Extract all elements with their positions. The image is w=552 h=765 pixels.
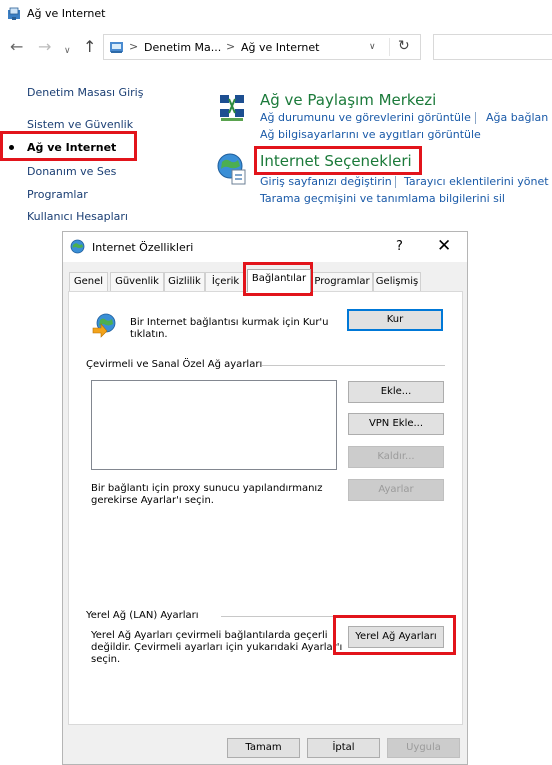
proxy-description-line-2: gerekirse Ayarlar'ı seçin. (91, 495, 214, 506)
lan-settings-group-label: Yerel Ağ (LAN) Ayarları (86, 610, 199, 621)
sidebar-item-control-panel-home[interactable]: Denetim Masası Giriş (27, 86, 143, 99)
proxy-description-line-1: Bir bağlantı için proxy sunucu yapılandı… (91, 483, 323, 494)
lan-description-line-3: seçin. (91, 654, 121, 665)
change-home-page-link[interactable]: Giriş sayfanızı değiştirin (260, 175, 392, 188)
address-bar[interactable]: > Denetim Ma... > Ağ ve Internet ∨ ↻ (103, 34, 421, 60)
sidebar-item-hardware-sound[interactable]: Donanım ve Ses (27, 165, 116, 178)
add-vpn-button[interactable]: VPN Ekle... (348, 413, 444, 435)
apply-button[interactable]: Uygula (387, 738, 460, 758)
recent-chevron-down-icon[interactable]: ∨ (64, 42, 71, 60)
tab-advanced[interactable]: Gelişmiş (373, 272, 421, 291)
tab-connections[interactable]: Bağlantılar (247, 269, 311, 292)
refresh-icon[interactable]: ↻ (398, 38, 410, 54)
dialog-title-bar: Internet Özellikleri ? ✕ (63, 232, 467, 262)
view-network-computers-link[interactable]: Ağ bilgisayarlarını ve aygıtları görüntü… (260, 128, 481, 141)
tab-general[interactable]: Genel (69, 272, 108, 291)
highlight-box (254, 146, 422, 175)
dialup-vpn-group-label: Çevirmeli ve Sanal Özel Ağ ayarları (86, 359, 263, 370)
sidebar-item-system-security[interactable]: Sistem ve Güvenlik (27, 118, 133, 131)
view-network-status-link[interactable]: Ağ durumunu ve görevlerini görüntüle (260, 111, 471, 124)
highlight-box (333, 615, 456, 655)
internet-globe-icon (70, 239, 85, 254)
add-button[interactable]: Ekle... (348, 381, 444, 403)
control-panel-icon (110, 42, 123, 53)
group-divider (262, 365, 445, 366)
setup-description-line-2: tıklatın. (130, 329, 168, 340)
address-dropdown-chevron-icon[interactable]: ∨ (369, 42, 376, 52)
breadcrumb-network-internet[interactable]: Ağ ve Internet (241, 41, 319, 54)
remove-button[interactable]: Kaldır... (348, 446, 444, 468)
cancel-button[interactable]: İptal (307, 738, 380, 758)
sidebar-item-programs[interactable]: Programlar (27, 188, 88, 201)
back-arrow-icon[interactable]: ← (10, 38, 23, 56)
highlight-box (0, 131, 137, 161)
internet-properties-dialog: Internet Özellikleri ? ✕ Genel Güvenlik … (62, 231, 468, 765)
link-separator (475, 112, 476, 124)
link-separator (395, 176, 396, 188)
network-folder-icon (8, 7, 20, 20)
tab-privacy[interactable]: Gizlilik (164, 272, 205, 291)
setup-description-line-1: Bir Internet bağlantısı kurmak için Kur'… (130, 317, 329, 328)
settings-button[interactable]: Ayarlar (348, 479, 444, 501)
help-button[interactable]: ? (396, 239, 403, 254)
network-sharing-center-icon (220, 95, 244, 121)
connect-to-network-link[interactable]: Ağa bağlan (486, 111, 548, 124)
tab-content[interactable]: İçerik (205, 272, 246, 291)
up-arrow-icon[interactable]: ↑ (83, 38, 96, 56)
dialog-title: Internet Özellikleri (92, 241, 194, 254)
breadcrumb-separator: > (129, 40, 139, 53)
delete-browsing-history-link[interactable]: Tarama geçmişini ve tanımlama bilgilerin… (260, 192, 505, 205)
sidebar-item-user-accounts[interactable]: Kullanıcı Hesapları (27, 210, 128, 223)
search-input[interactable] (433, 34, 552, 60)
breadcrumb-control-panel[interactable]: Denetim Ma... (144, 41, 221, 54)
address-divider (389, 38, 390, 56)
forward-arrow-icon[interactable]: → (38, 38, 51, 56)
lan-description-line-1: Yerel Ağ Ayarları çevirmeli bağlantılard… (91, 630, 328, 641)
lan-description-line-2: değildir. Çevirmeli ayarları için yukarı… (91, 642, 343, 653)
window-title: Ağ ve Internet (27, 7, 106, 20)
tab-programs[interactable]: Programlar (311, 272, 373, 291)
connections-tab-panel: Bir Internet bağlantısı kurmak için Kur'… (68, 291, 463, 725)
breadcrumb-separator: > (226, 40, 236, 53)
ok-button[interactable]: Tamam (227, 738, 300, 758)
close-icon[interactable]: ✕ (437, 236, 451, 256)
window-title-bar: Ağ ve Internet (0, 0, 552, 28)
manage-addons-link[interactable]: Tarayıcı eklentilerini yönet (404, 175, 549, 188)
tab-security[interactable]: Güvenlik (110, 272, 164, 291)
connection-wizard-icon (92, 313, 116, 338)
network-sharing-center-title[interactable]: Ağ ve Paylaşım Merkezi (260, 91, 436, 109)
internet-options-globe-icon (217, 153, 246, 185)
connections-listbox[interactable] (91, 380, 337, 470)
setup-button[interactable]: Kur (347, 309, 443, 331)
